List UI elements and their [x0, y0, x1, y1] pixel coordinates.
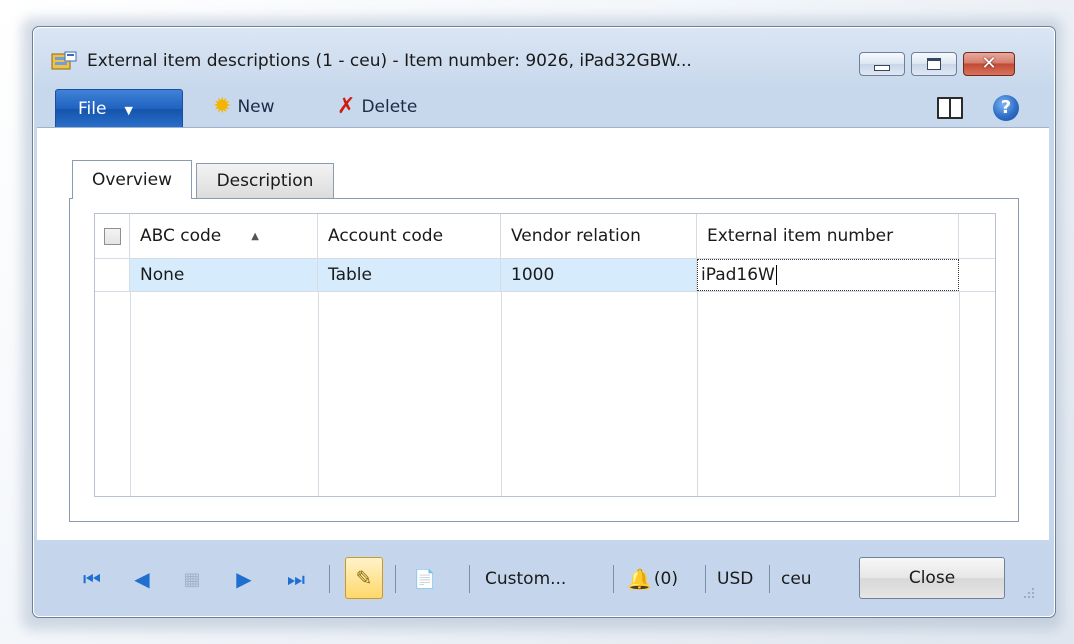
- file-label: File: [78, 99, 107, 119]
- delete-x-icon: ✗: [337, 94, 356, 119]
- attachment-icon[interactable]: 📄: [411, 565, 439, 593]
- grid-divider: [130, 291, 131, 496]
- overview-tab-page: ABC code ▲ Account code Vendor relation …: [69, 198, 1019, 522]
- tab-overview[interactable]: Overview: [72, 160, 192, 199]
- select-all-cell: [95, 214, 130, 258]
- company-indicator[interactable]: ceu: [781, 565, 812, 593]
- new-button[interactable]: ✹ New: [213, 92, 275, 122]
- form-content: Overview Description ABC code ▲ Account …: [37, 127, 1049, 540]
- text-caret: [775, 265, 777, 285]
- row-filler-cell: [959, 259, 995, 291]
- close-icon: ✕: [981, 53, 997, 74]
- select-all-checkbox[interactable]: [103, 227, 121, 245]
- status-separator: [613, 565, 614, 593]
- notification-bell-icon: 🔔: [627, 567, 652, 591]
- window-title: External item descriptions (1 - ceu) - I…: [87, 51, 692, 71]
- column-header-filler: [959, 214, 995, 258]
- table-row[interactable]: None Table 1000 iPad16W: [95, 259, 995, 292]
- notification-count: (0): [653, 569, 678, 589]
- resize-grip-icon[interactable]: [1021, 585, 1035, 599]
- maximize-button[interactable]: [911, 52, 957, 76]
- column-header-abc-code[interactable]: ABC code ▲: [130, 214, 318, 258]
- external-item-number-input[interactable]: iPad16W: [697, 259, 959, 291]
- previous-record-icon[interactable]: ◀: [127, 565, 157, 593]
- cell-abc-code[interactable]: None: [130, 259, 318, 291]
- cell-account-code[interactable]: Table: [318, 259, 501, 291]
- maximize-icon: [927, 58, 941, 70]
- action-pane: File ▼ ✹ New ✗ Delete ?: [37, 86, 1049, 129]
- grid-header: ABC code ▲ Account code Vendor relation …: [95, 214, 995, 259]
- new-label: New: [237, 97, 275, 117]
- status-separator: [329, 565, 330, 593]
- chevron-down-icon: ▼: [124, 104, 133, 117]
- edit-mode-button[interactable]: ✎: [345, 557, 383, 599]
- close-window-button[interactable]: ✕: [963, 52, 1015, 76]
- minimize-icon: [874, 65, 890, 71]
- status-bar: ⏮ ◀ ▦ ▶ ⏭ ✎ 📄 Custom... 🔔 (0) USD ceu Cl…: [37, 543, 1049, 611]
- sort-ascending-icon: ▲: [251, 230, 259, 242]
- column-header-account-code[interactable]: Account code: [318, 214, 501, 258]
- currency-indicator[interactable]: USD: [717, 565, 753, 593]
- delete-button[interactable]: ✗ Delete: [337, 92, 417, 122]
- next-record-icon[interactable]: ▶: [229, 565, 259, 593]
- grid-divider: [697, 291, 698, 496]
- help-icon[interactable]: ?: [993, 95, 1019, 121]
- title-bar[interactable]: External item descriptions (1 - ceu) - I…: [33, 27, 1055, 79]
- status-separator: [705, 565, 706, 593]
- column-header-external-item-number[interactable]: External item number: [697, 214, 959, 258]
- row-marker-cell[interactable]: [95, 259, 130, 291]
- app-form-icon: [51, 51, 77, 70]
- grid-divider: [959, 291, 960, 496]
- custom-filter-button[interactable]: Custom...: [485, 565, 566, 593]
- tab-description[interactable]: Description: [196, 163, 334, 198]
- close-button[interactable]: Close: [859, 557, 1005, 599]
- external-item-number-value: iPad16W: [701, 265, 775, 285]
- grid-divider: [501, 291, 502, 496]
- status-separator: [395, 565, 396, 593]
- external-item-grid: ABC code ▲ Account code Vendor relation …: [94, 213, 996, 497]
- delete-label: Delete: [361, 97, 418, 117]
- edit-pencil-icon: ✎: [355, 566, 373, 590]
- cell-vendor-relation[interactable]: 1000: [501, 259, 697, 291]
- grid-view-icon[interactable]: ▦: [177, 565, 207, 593]
- file-menu-button[interactable]: File ▼: [55, 89, 183, 129]
- grid-divider: [318, 291, 319, 496]
- notifications-button[interactable]: 🔔 (0): [627, 565, 678, 593]
- minimize-button[interactable]: [859, 52, 905, 76]
- new-star-icon: ✹: [213, 94, 232, 119]
- status-separator: [769, 565, 770, 593]
- column-label: ABC code: [140, 226, 222, 246]
- form-window: External item descriptions (1 - ceu) - I…: [32, 26, 1056, 618]
- layout-icon[interactable]: [937, 97, 963, 119]
- status-separator: [469, 565, 470, 593]
- column-header-vendor-relation[interactable]: Vendor relation: [501, 214, 697, 258]
- first-record-icon[interactable]: ⏮: [77, 565, 107, 593]
- last-record-icon[interactable]: ⏭: [281, 565, 311, 593]
